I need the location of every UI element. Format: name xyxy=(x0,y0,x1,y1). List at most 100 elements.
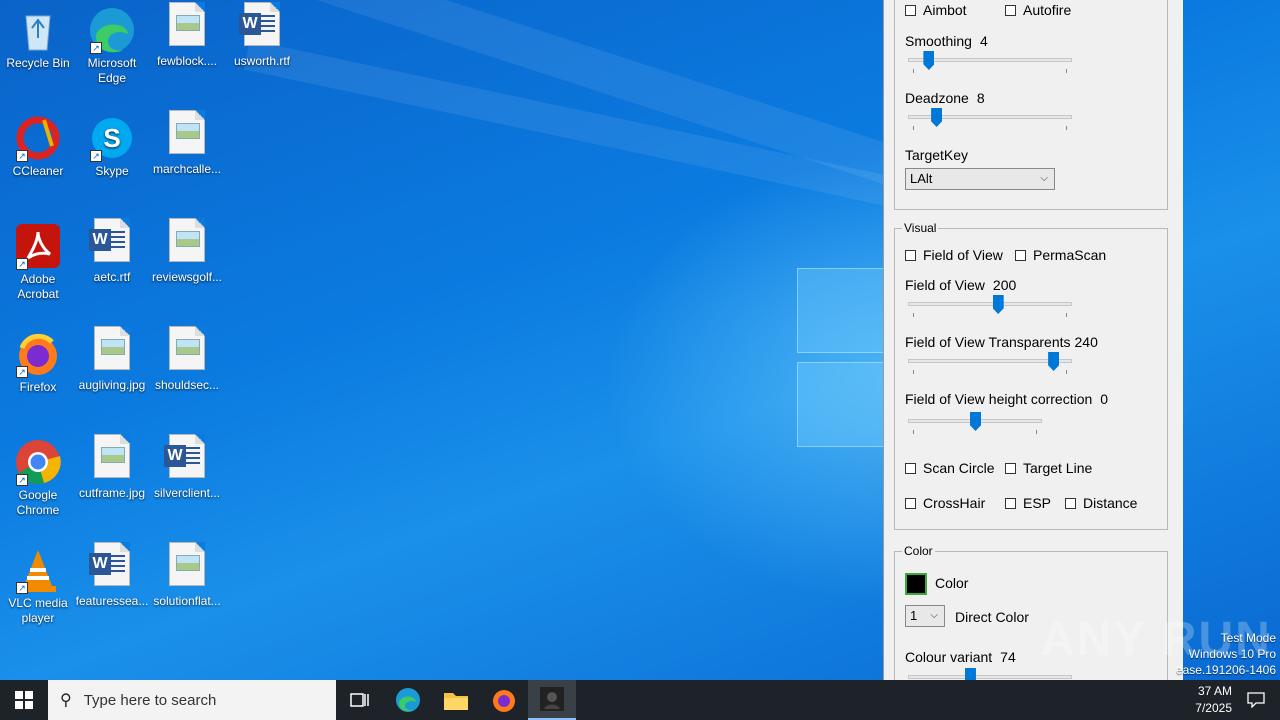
desktop-icon-shouldsec[interactable]: shouldsec... xyxy=(149,324,225,393)
desktop-icon-acrobat[interactable]: ↗ Adobe Acrobat xyxy=(0,216,76,302)
shortcut-arrow-icon: ↗ xyxy=(16,366,28,378)
desktop-icon-featuressea[interactable]: W featuressea... xyxy=(74,540,150,609)
permascan-label: PermaScan xyxy=(1033,247,1107,263)
action-center-button[interactable] xyxy=(1232,680,1280,720)
desktop-icon-label: aetc.rtf xyxy=(93,270,131,284)
deadzone-label: Deadzone 8 xyxy=(905,90,985,106)
color-swatch[interactable] xyxy=(905,573,927,595)
acrobat-icon: ↗ xyxy=(14,222,62,270)
os-version-text: Windows 10 Pro xyxy=(1188,647,1276,661)
search-placeholder: Type here to search xyxy=(83,691,217,709)
desktop-icon-cutframe[interactable]: cutframe.jpg xyxy=(74,432,150,501)
deadzone-slider[interactable] xyxy=(908,108,1072,130)
desktop-icon-label: featuressea... xyxy=(75,594,149,608)
targetkey-label: TargetKey xyxy=(905,147,969,163)
image-file-icon xyxy=(169,2,205,46)
slider-thumb[interactable] xyxy=(970,412,981,431)
desktop-icon-solutionflat[interactable]: solutionflat... xyxy=(149,540,225,609)
direct-color-value: 1 xyxy=(910,608,918,623)
shortcut-arrow-icon: ↗ xyxy=(16,150,28,162)
desktop-icon-augliving[interactable]: augliving.jpg xyxy=(74,324,150,393)
desktop-icon-edge[interactable]: ↗ Microsoft Edge xyxy=(74,0,150,86)
scan-circle-checkbox[interactable]: Scan Circle xyxy=(905,460,995,476)
target-line-checkbox[interactable]: Target Line xyxy=(1005,460,1092,476)
desktop-icon-label: usworth.rtf xyxy=(233,54,290,68)
test-mode-text: Test Mode xyxy=(1220,631,1276,645)
smoothing-slider[interactable] xyxy=(908,51,1072,73)
shortcut-arrow-icon: ↗ xyxy=(16,258,28,270)
desktop-icon-skype[interactable]: S ↗ Skype xyxy=(74,108,150,179)
search-icon: ⚲ xyxy=(60,692,72,709)
fov-slider[interactable] xyxy=(908,295,1072,317)
edge-icon xyxy=(396,688,420,712)
permascan-checkbox[interactable]: PermaScan xyxy=(1015,247,1106,263)
desktop-icon-label: silverclient... xyxy=(153,486,221,500)
taskbar-edge[interactable] xyxy=(384,680,432,720)
autofire-checkbox[interactable]: Autofire xyxy=(1005,2,1071,18)
fov-transparents-slider[interactable] xyxy=(908,352,1072,374)
desktop-icon-reviewsgolf[interactable]: reviewsgolf... xyxy=(149,216,225,285)
colour-variant-label: Colour variant 74 xyxy=(905,649,1016,665)
desktop-icon-ccleaner[interactable]: ↗ CCleaner xyxy=(0,108,76,179)
desktop-icon-label: shouldsec... xyxy=(154,378,220,392)
slider-thumb[interactable] xyxy=(1048,352,1060,371)
slider-thumb[interactable] xyxy=(992,295,1004,314)
vlc-icon: ↗ xyxy=(14,546,62,594)
slider-thumb[interactable] xyxy=(923,51,935,70)
shortcut-arrow-icon: ↗ xyxy=(16,474,28,486)
checkbox-box xyxy=(905,462,916,474)
fov-height-slider[interactable] xyxy=(908,412,1042,434)
firefox-icon: ↗ xyxy=(14,330,62,378)
system-clock[interactable]: 37 AM 7/2025 xyxy=(1195,680,1232,720)
visual-group-title: Visual xyxy=(902,221,939,235)
ccleaner-icon: ↗ xyxy=(14,114,62,162)
desktop-icon-firefox[interactable]: ↗ Firefox xyxy=(0,324,76,395)
checkbox-box xyxy=(905,249,916,261)
desktop-icon-fewblock[interactable]: fewblock.... xyxy=(149,0,225,69)
desktop-icon-aetc[interactable]: W aetc.rtf xyxy=(74,216,150,285)
taskbar-active-app[interactable] xyxy=(528,680,576,720)
desktop-icon-label: Microsoft Edge xyxy=(87,56,137,85)
build-text: ease.191206-1406 xyxy=(1175,663,1276,677)
desktop-icon-vlc[interactable]: ↗ VLC media player xyxy=(0,540,76,626)
fov-height-label: Field of View height correction 0 xyxy=(905,391,1109,407)
desktop-icon-label: reviewsgolf... xyxy=(151,270,223,284)
esp-label: ESP xyxy=(1023,495,1052,511)
checkbox-box xyxy=(905,497,916,509)
desktop-icon-label: Google Chrome xyxy=(16,488,60,517)
desktop-icon-label: Skype xyxy=(95,164,129,178)
direct-color-label: Direct Color xyxy=(955,609,1029,625)
image-file-icon xyxy=(169,218,205,262)
desktop-icon-label: solutionflat... xyxy=(153,594,221,608)
visual-group: Visual Field of View PermaScan Field of … xyxy=(894,221,1168,530)
esp-checkbox[interactable]: ESP xyxy=(1005,495,1051,511)
desktop-icon-label: VLC media player xyxy=(8,596,68,625)
fov-checkbox[interactable]: Field of View xyxy=(905,247,1003,263)
desktop-icon-label: fewblock.... xyxy=(156,54,218,68)
word-file-icon: W xyxy=(89,218,130,262)
shortcut-arrow-icon: ↗ xyxy=(90,150,102,162)
targetkey-select[interactable]: LAlt ⌵ xyxy=(905,168,1055,190)
checkbox-box xyxy=(1005,462,1016,474)
taskbar-firefox[interactable] xyxy=(480,680,528,720)
desktop-icon-marchcalle[interactable]: marchcalle... xyxy=(149,108,225,177)
aimbot-label: Aimbot xyxy=(923,2,967,18)
desktop-icon-usworth[interactable]: W usworth.rtf xyxy=(224,0,300,69)
slider-thumb[interactable] xyxy=(931,108,943,127)
desktop-icon-label: augliving.jpg xyxy=(78,378,146,392)
desktop-icon-silverclient[interactable]: W silverclient... xyxy=(149,432,225,501)
start-button[interactable] xyxy=(0,680,48,720)
desktop-icon-recycle-bin[interactable]: Recycle Bin xyxy=(0,0,76,71)
fov-transparents-label: Field of View Transparents 240 xyxy=(905,334,1098,350)
desktop-icon-chrome[interactable]: ↗ Google Chrome xyxy=(0,432,76,518)
image-file-icon xyxy=(169,542,205,586)
direct-color-select[interactable]: 1 ⌵ xyxy=(905,605,945,627)
distance-checkbox[interactable]: Distance xyxy=(1065,495,1137,511)
crosshair-checkbox[interactable]: CrossHair xyxy=(905,495,985,511)
taskbar-search-box[interactable]: ⚲ Type here to search xyxy=(48,680,336,720)
image-file-icon xyxy=(169,110,205,154)
task-view-icon xyxy=(350,693,369,707)
taskbar-file-explorer[interactable] xyxy=(432,680,480,720)
task-view-button[interactable] xyxy=(336,680,384,720)
aimbot-checkbox[interactable]: Aimbot xyxy=(905,2,967,18)
